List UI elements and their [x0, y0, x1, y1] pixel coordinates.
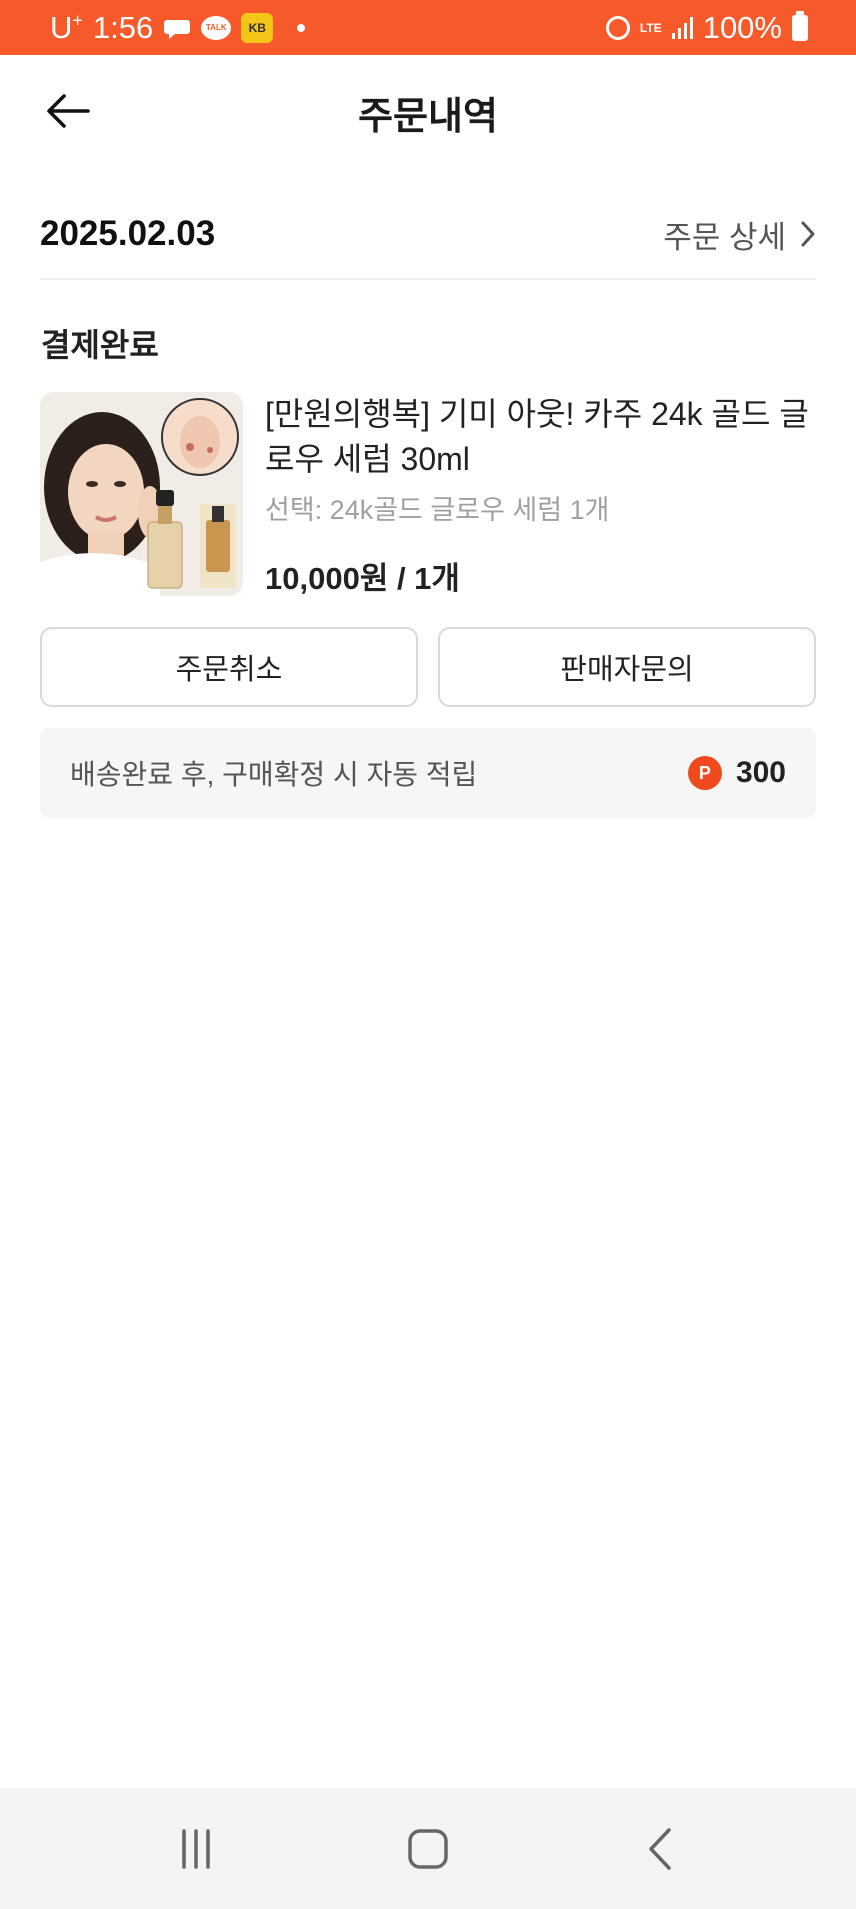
order-meta-row: 2025.02.03 주문 상세 — [40, 190, 816, 280]
recent-apps-icon — [182, 1828, 210, 1869]
order-detail-link[interactable]: 주문 상세 — [663, 212, 816, 257]
kakaotalk-icon: TALK — [201, 15, 232, 40]
carrier-label: U+ — [50, 9, 83, 45]
chat-bubble-icon — [163, 16, 191, 40]
cancel-order-button[interactable]: 주문취소 — [40, 627, 418, 707]
chevron-left-icon — [649, 1827, 671, 1870]
product-name: [만원의행복] 기미 아웃! 카주 24k 골드 글로우 세럼 30ml — [265, 396, 809, 477]
clock-time: 1:56 — [92, 9, 154, 45]
product-option: 선택: 24k골드 글로우 세럼 1개 — [265, 495, 610, 525]
chevron-right-icon — [801, 221, 815, 247]
points-value: 300 — [735, 756, 786, 789]
home-icon — [408, 1828, 448, 1869]
points-info-text: 배송완료 후, 구매확정 시 자동 적립 — [70, 759, 478, 790]
status-bar-right: LTE 100% — [605, 9, 808, 46]
app-header: 주문내역 — [0, 55, 856, 167]
product-item[interactable]: [만원의행복] 기미 아웃! 카주 24k 골드 글로우 세럼 30ml 선택:… — [40, 392, 816, 598]
status-bar: U+ 1:56 TALK KB LTE 100% — [0, 0, 856, 55]
battery-icon — [792, 10, 808, 41]
product-price: 10,000원 / 1개 — [265, 561, 460, 596]
order-detail-label: 주문 상세 — [663, 219, 786, 255]
point-coin-icon: P — [687, 756, 722, 790]
kb-bank-icon: KB — [241, 12, 274, 43]
points-info-box: 배송완료 후, 구매확정 시 자동 적립 P 300 — [40, 728, 816, 818]
home-button[interactable] — [388, 1809, 468, 1889]
page-title: 주문내역 — [358, 96, 498, 138]
battery-percent: 100% — [702, 9, 782, 45]
signal-icon — [671, 16, 693, 39]
notification-dot-icon — [297, 23, 306, 32]
order-date: 2025.02.03 — [40, 214, 216, 253]
system-back-button[interactable] — [620, 1809, 700, 1889]
order-actions: 주문취소 판매자문의 — [40, 627, 816, 707]
product-image — [40, 392, 243, 596]
alarm-icon — [605, 15, 630, 40]
seller-inquiry-button[interactable]: 판매자문의 — [438, 627, 816, 707]
system-nav-bar — [0, 1788, 856, 1909]
lte-icon: LTE — [639, 20, 662, 35]
product-info: [만원의행복] 기미 아웃! 카주 24k 골드 글로우 세럼 30ml 선택:… — [265, 392, 815, 598]
status-bar-left: U+ 1:56 TALK KB — [50, 9, 306, 46]
recent-apps-button[interactable] — [156, 1809, 236, 1889]
points-reward: P 300 — [687, 756, 786, 790]
order-status-label: 결제완료 — [41, 327, 159, 363]
